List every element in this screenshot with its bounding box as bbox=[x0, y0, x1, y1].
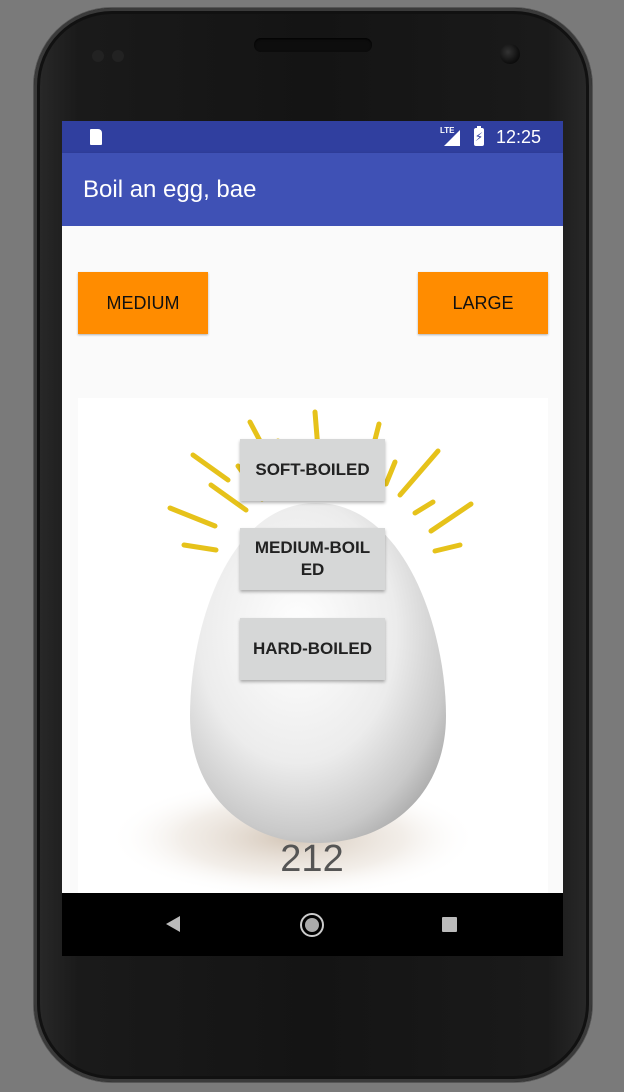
app-title: Boil an egg, bae bbox=[83, 176, 257, 203]
recent-apps-icon[interactable] bbox=[442, 917, 457, 932]
navigation-bar bbox=[62, 893, 563, 956]
screen: LTE ⚡ 12:25 Boil an egg, bae MEDIUM LARG… bbox=[62, 121, 563, 956]
sd-card-icon bbox=[90, 129, 102, 145]
back-icon[interactable] bbox=[166, 916, 180, 932]
sensor-left bbox=[92, 50, 104, 62]
main-content: MEDIUM LARGE SOFT-BOILED MEDIUM-BOIL ED … bbox=[62, 226, 563, 930]
hard-boiled-button[interactable]: HARD-BOILED bbox=[240, 618, 385, 680]
speaker-grille bbox=[254, 38, 372, 52]
medium-boiled-button[interactable]: MEDIUM-BOIL ED bbox=[240, 528, 385, 590]
signal-icon bbox=[444, 130, 460, 146]
large-size-button[interactable]: LARGE bbox=[418, 272, 548, 334]
front-camera bbox=[500, 44, 520, 64]
sensor-right bbox=[112, 50, 124, 62]
app-bar: Boil an egg, bae bbox=[62, 153, 563, 226]
soft-boiled-button[interactable]: SOFT-BOILED bbox=[240, 439, 385, 501]
medium-size-button[interactable]: MEDIUM bbox=[78, 272, 208, 334]
home-icon[interactable] bbox=[300, 913, 324, 937]
status-bar: LTE ⚡ 12:25 bbox=[62, 121, 563, 153]
battery-charging-icon: ⚡ bbox=[474, 126, 484, 146]
status-time: 12:25 bbox=[496, 127, 542, 147]
countdown-timer: 212 bbox=[280, 838, 344, 880]
